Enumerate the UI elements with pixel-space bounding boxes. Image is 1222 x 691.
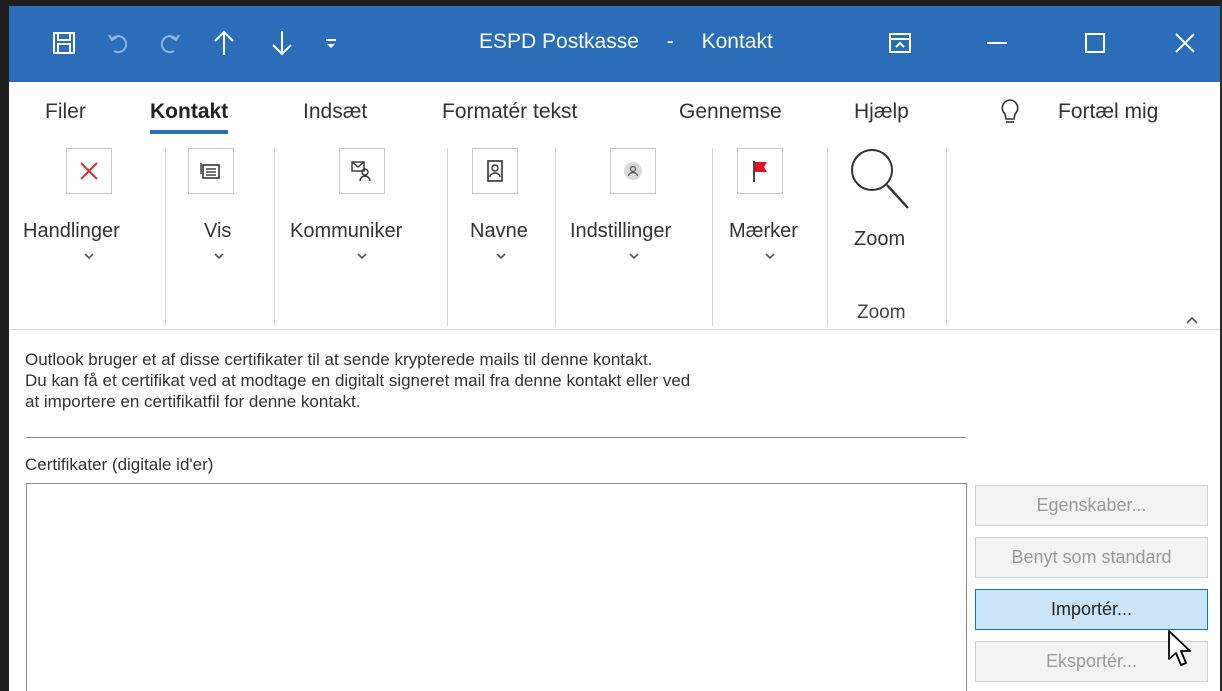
tell-me-search[interactable]: Fortæl mig [1058,100,1158,124]
ribbon: Handlinger Vis Kommuniker Navne Indstill… [9,140,1220,330]
group-divider [946,148,947,326]
divider [26,437,966,438]
certificates-list[interactable] [26,483,967,691]
minimize-icon[interactable] [977,24,1017,62]
tab-formater-tekst[interactable]: Formatér tekst [442,100,577,124]
group-label-vis: Vis [204,220,232,242]
group-label-kommuniker: Kommuniker [290,220,403,242]
chevron-down-icon [357,253,367,260]
tab-kontakt[interactable]: Kontakt [150,100,229,134]
title-app: ESPD Postkasse [479,30,639,53]
title-separator: - [666,30,674,53]
group-label-indstillinger: Indstillinger [570,220,672,242]
chevron-down-icon [496,253,506,260]
view-icon[interactable] [188,148,234,194]
import-button[interactable]: Importér... [975,589,1208,630]
group-label-zoom: Zoom [857,302,906,323]
chevron-down-icon [84,253,94,260]
communicate-icon[interactable] [339,148,385,194]
mouse-pointer-icon [1168,630,1191,666]
chevron-down-icon [214,253,224,260]
flag-icon[interactable] [737,148,783,194]
redo-icon[interactable] [155,24,185,62]
zoom-icon[interactable] [848,146,912,217]
set-default-button[interactable]: Benyt som standard [975,537,1208,578]
names-icon[interactable] [472,148,518,194]
info-line: at importere en certifikatfil for denne … [25,392,361,411]
certificates-page: Outlook bruger et af disse certifikater … [9,331,1220,691]
title-bar: ESPD Postkasse - Kontakt [9,6,1220,82]
collapse-ribbon-icon[interactable] [1185,312,1199,330]
chevron-down-icon [629,253,639,260]
down-arrow-icon[interactable] [267,24,297,62]
tab-gennemse[interactable]: Gennemse [679,100,782,124]
group-label-handlinger: Handlinger [23,220,120,242]
group-maerker[interactable]: Mærker [713,140,827,330]
info-line: Outlook bruger et af disse certifikater … [25,350,653,369]
close-icon[interactable] [1165,24,1205,62]
group-zoom[interactable]: Zoom Zoom [828,140,946,330]
group-label-navne: Navne [470,220,528,242]
certificate-info-text: Outlook bruger et af disse certifikater … [25,349,690,412]
undo-icon[interactable] [103,24,133,62]
ribbon-display-icon[interactable] [885,24,915,62]
delete-icon[interactable] [66,148,112,194]
lightbulb-icon [1000,98,1020,131]
info-line: Du kan få et certifikat ved at modtage e… [25,371,691,390]
certificates-label: Certifikater (digitale id'er) [25,455,214,474]
properties-button[interactable]: Egenskaber... [975,485,1208,526]
group-vis[interactable]: Vis [166,140,274,330]
customize-icon[interactable] [319,24,343,62]
tab-hjaelp[interactable]: Hjælp [854,100,909,124]
window-title: ESPD Postkasse - Kontakt [479,30,773,54]
chevron-down-icon [765,253,775,260]
settings-icon[interactable] [610,148,656,194]
maximize-icon[interactable] [1075,24,1115,62]
group-navne[interactable]: Navne [448,140,555,330]
up-arrow-icon[interactable] [209,24,239,62]
group-indstillinger[interactable]: Indstillinger [556,140,712,330]
tab-filer[interactable]: Filer [45,100,86,124]
tab-indsaet[interactable]: Indsæt [303,100,367,124]
group-label-maerker: Mærker [729,220,798,242]
title-item: Kontakt [701,30,773,53]
group-handlinger[interactable]: Handlinger [9,140,165,330]
group-kommuniker[interactable]: Kommuniker [275,140,447,330]
save-icon[interactable] [49,24,79,62]
zoom-button-label: Zoom [854,228,906,250]
ribbon-tabs: Filer Kontakt Indsæt Formatér tekst Genn… [9,82,1220,140]
